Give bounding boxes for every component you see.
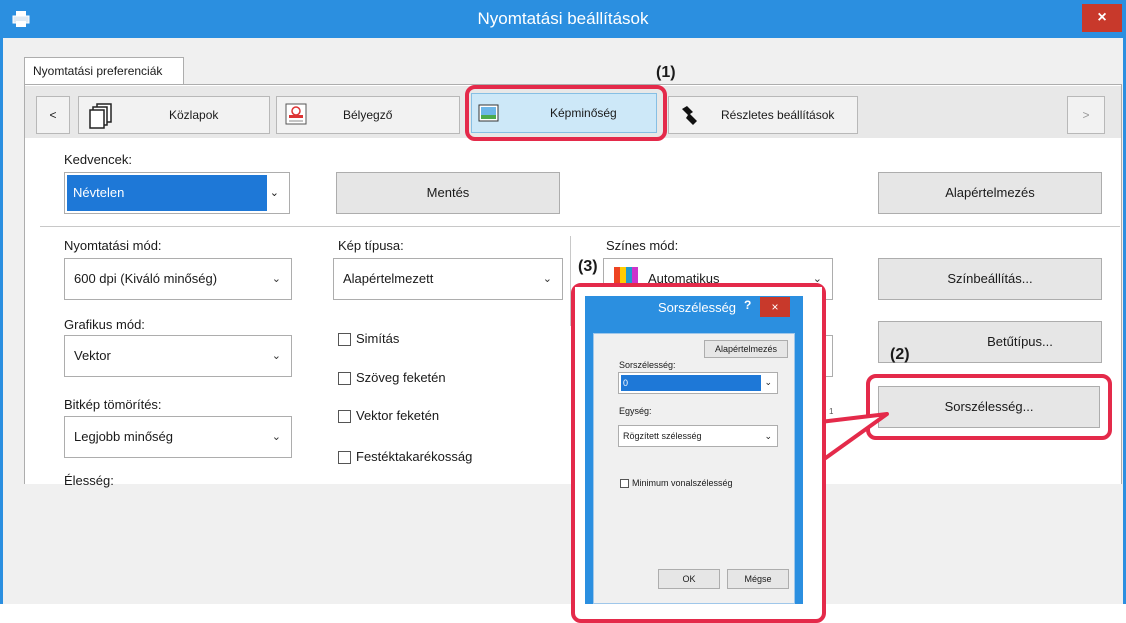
dialog-width-select[interactable]: 0 ⌄ bbox=[618, 372, 778, 394]
dialog-help-button[interactable]: ? bbox=[744, 298, 751, 312]
dialog-cancel-button[interactable]: Mégse bbox=[727, 569, 789, 589]
callout-pointer bbox=[818, 412, 889, 464]
font-button[interactable]: Betűtípus... bbox=[878, 321, 1102, 363]
color-mode-label: Színes mód: bbox=[606, 238, 679, 253]
chevron-down-icon: ⌄ bbox=[269, 187, 279, 199]
window-title: Nyomtatási beállítások bbox=[477, 9, 649, 28]
image-type-value: Alapértelmezett bbox=[343, 271, 434, 286]
hidden-tick: 1 bbox=[829, 407, 834, 416]
image-type-label: Kép típusa: bbox=[338, 238, 404, 253]
print-mode-select[interactable]: 600 dpi (Kiváló minőség) ⌄ bbox=[64, 258, 292, 300]
dialog-title: Sorszélesség bbox=[658, 300, 737, 315]
chevron-down-icon: ⌄ bbox=[271, 273, 281, 285]
copies-icon bbox=[89, 103, 112, 129]
dialog-width-value: 0 bbox=[621, 375, 761, 391]
wrench-icon bbox=[682, 106, 697, 125]
print-mode-label: Nyomtatási mód: bbox=[64, 238, 162, 253]
dialog-unit-value: Rögzített szélesség bbox=[623, 431, 702, 441]
image-type-select[interactable]: Alapértelmezett ⌄ bbox=[333, 258, 563, 300]
favorites-label: Kedvencek: bbox=[64, 152, 132, 167]
sharpness-label: Élesség: bbox=[64, 473, 114, 488]
chevron-down-icon: ⌄ bbox=[764, 431, 772, 441]
color-settings-button[interactable]: Színbeállítás... bbox=[878, 258, 1102, 300]
title-bar: Nyomtatási beállítások bbox=[0, 0, 1126, 38]
nav-next-button[interactable]: > bbox=[1067, 96, 1105, 134]
dialog-unit-label: Egység: bbox=[619, 406, 652, 416]
nav-label-advanced: Részletes beállítások bbox=[721, 108, 835, 122]
callout-2: (2) bbox=[890, 346, 910, 363]
dialog-unit-select[interactable]: Rögzített szélesség ⌄ bbox=[618, 425, 778, 447]
vector-black-label: Vektor feketén bbox=[356, 408, 440, 423]
text-black-label: Szöveg feketén bbox=[356, 370, 446, 385]
smoothing-label: Simítás bbox=[356, 331, 400, 346]
defaults-button[interactable]: Alapértelmezés bbox=[878, 172, 1102, 214]
dialog-width-label: Sorszélesség: bbox=[619, 360, 676, 370]
dialog-defaults-button[interactable]: Alapértelmezés bbox=[704, 340, 788, 358]
color-mode-icon bbox=[614, 267, 638, 283]
bitmap-compression-label: Bitkép tömörítés: bbox=[64, 397, 162, 412]
stamp-icon bbox=[285, 103, 307, 125]
nav-label-stamp: Bélyegző bbox=[343, 108, 393, 122]
favorites-value: Névtelen bbox=[67, 175, 267, 211]
print-mode-value: 600 dpi (Kiváló minőség) bbox=[74, 271, 218, 286]
printer-icon bbox=[12, 11, 30, 27]
tab-print-preferences[interactable]: Nyomtatási preferenciák bbox=[24, 57, 184, 85]
dialog-ok-button[interactable]: OK bbox=[658, 569, 720, 589]
divider bbox=[40, 226, 1120, 227]
close-button[interactable]: × bbox=[1082, 4, 1122, 32]
dialog-close-button[interactable]: × bbox=[760, 297, 790, 317]
callout-3: (3) bbox=[578, 258, 598, 275]
chevron-down-icon: ⌄ bbox=[271, 431, 281, 443]
bitmap-compression-select[interactable]: Legjobb minőség ⌄ bbox=[64, 416, 292, 458]
dialog-min-width-checkbox[interactable] bbox=[620, 479, 629, 488]
toner-save-checkbox[interactable] bbox=[338, 451, 351, 464]
chevron-down-icon: ⌄ bbox=[764, 377, 772, 387]
highlight-image-quality bbox=[465, 85, 667, 141]
nav-item-stamp[interactable]: Bélyegző bbox=[276, 96, 460, 134]
callout-1: (1) bbox=[656, 64, 676, 81]
nav-label-copies: Közlapok bbox=[169, 108, 219, 122]
nav-prev-button[interactable]: < bbox=[36, 96, 70, 134]
favorites-select[interactable]: Névtelen ⌄ bbox=[64, 172, 290, 214]
graphics-mode-select[interactable]: Vektor ⌄ bbox=[64, 335, 292, 377]
nav-item-advanced[interactable]: Részletes beállítások bbox=[668, 96, 858, 134]
toner-save-label: Festéktakarékosság bbox=[356, 449, 473, 464]
chevron-down-icon: ⌄ bbox=[542, 273, 552, 285]
graphics-mode-value: Vektor bbox=[74, 348, 111, 363]
graphics-mode-label: Grafikus mód: bbox=[64, 317, 145, 332]
smoothing-checkbox[interactable] bbox=[338, 333, 351, 346]
vector-black-checkbox[interactable] bbox=[338, 410, 351, 423]
chevron-down-icon: ⌄ bbox=[271, 350, 281, 362]
save-button[interactable]: Mentés bbox=[336, 172, 560, 214]
nav-item-copies[interactable]: Közlapok bbox=[78, 96, 270, 134]
font-button-label: Betűtípus... bbox=[987, 334, 1053, 349]
highlight-line-width bbox=[866, 374, 1112, 440]
bitmap-compression-value: Legjobb minőség bbox=[74, 429, 174, 444]
text-black-checkbox[interactable] bbox=[338, 372, 351, 385]
dialog-min-width-label: Minimum vonalszélesség bbox=[632, 478, 733, 488]
